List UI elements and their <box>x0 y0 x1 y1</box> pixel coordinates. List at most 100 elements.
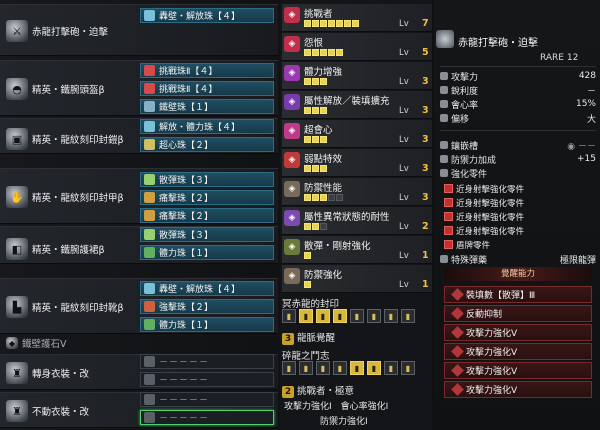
stat-value: 15% <box>575 99 596 109</box>
level-pip <box>304 78 311 85</box>
decoration-slot[interactable]: 解放・體力珠【４】 <box>140 119 274 134</box>
jewel-icon <box>144 65 155 76</box>
level-pip <box>312 20 319 27</box>
decoration-slot[interactable]: 鐵壁珠【１】 <box>140 99 274 114</box>
challenger-icon: ◈ <box>284 7 300 23</box>
decoration-slot[interactable]: 挑戰珠Ⅱ【４】 <box>140 63 274 78</box>
skill-name: 弱點特效 <box>304 154 343 165</box>
slot-empty-icon: ◉ －－ <box>567 141 596 152</box>
awakening-item[interactable]: 攻擊力強化Ⅴ <box>444 381 592 398</box>
leg-icon: ▙ <box>6 296 28 318</box>
decoration-slot[interactable]: 轟壁・解放珠【４】 <box>140 281 274 296</box>
equip-weapon[interactable]: ⚔ 赤龍打擊砲・迫擊 <box>2 20 140 42</box>
decoration-slot[interactable]: 痛擊珠【２】 <box>140 190 274 205</box>
awakening-item[interactable]: 攻擊力強化Ⅴ <box>444 324 592 341</box>
jewel-icon <box>144 210 155 221</box>
equip-helm[interactable]: ◓ 精英・鐵腕頭盔β <box>2 78 140 100</box>
decoration-slot-empty[interactable]: －－－－－ <box>140 354 274 369</box>
charm-icon: ◆ <box>6 337 18 349</box>
decoration-slot[interactable]: 挑戰珠Ⅱ【４】 <box>140 81 274 96</box>
level-pip <box>320 194 327 201</box>
level-pip <box>304 194 311 201</box>
awakening-icon <box>451 288 464 301</box>
decoration-slot[interactable]: 超心珠【２】 <box>140 137 274 152</box>
skill-row[interactable]: ◈ 防禦強化 Lv 1 <box>282 265 432 293</box>
equip-arm[interactable]: ✋ 精英・龍紋刻印封甲β <box>2 186 140 208</box>
skill-level-bar <box>304 107 327 114</box>
decoration-slot[interactable]: 散彈珠【３】 <box>140 172 274 187</box>
awakening-label: 攻擊力強化Ⅴ <box>466 348 518 358</box>
decoration-slot[interactable]: 散彈珠【３】 <box>140 227 274 242</box>
decoration-slot-selected[interactable]: －－－－－ <box>140 410 274 425</box>
mods-title: 強化零件 <box>440 167 596 180</box>
decoration-slot[interactable]: 轟壁・解放珠【４】 <box>140 8 274 23</box>
mod-item: 近身射擊強化零件 <box>444 210 594 223</box>
resentment-icon: ◈ <box>284 36 300 52</box>
awakening-item[interactable]: 攻擊力強化Ⅴ <box>444 362 592 379</box>
decoration-slot-empty[interactable]: －－－－－ <box>140 372 274 387</box>
set-piece-icon: ▮ <box>316 361 330 375</box>
empty-slot-icon <box>144 356 155 367</box>
level-label: Lv <box>399 193 409 203</box>
deco-label: 散彈珠【３】 <box>159 231 214 241</box>
decoration-slot-empty[interactable]: －－－－－ <box>140 392 274 407</box>
awakening-item[interactable]: 攻擊力強化Ⅴ <box>444 343 592 360</box>
decoration-slot[interactable]: 強擊珠【２】 <box>140 299 274 314</box>
mod-label: 近身射擊強化零件 <box>456 226 525 237</box>
level-pip <box>304 165 311 172</box>
empty-slot-icon <box>144 412 155 423</box>
skill-row[interactable]: ◈ 散彈・剛射強化 Lv 1 <box>282 236 432 264</box>
skill-row[interactable]: ◈ 弱點特效 Lv 3 <box>282 149 432 177</box>
equip-chest[interactable]: ▣ 精英・龍紋刻印封鎧β <box>2 128 140 150</box>
mod-icon <box>440 169 448 177</box>
level-value: 3 <box>422 105 429 116</box>
level-value: 3 <box>422 192 429 203</box>
mod-item: 近身射擊強化零件 <box>444 224 594 237</box>
level-pip <box>312 49 319 56</box>
stat-affinity: 會心率 15% <box>440 98 596 111</box>
deco-label: －－－－－ <box>159 376 210 386</box>
awakening-item[interactable]: 反動抑制 <box>444 305 592 322</box>
level-value: 2 <box>422 221 429 232</box>
equip-leg[interactable]: ▙ 精英・龍紋刻印封靴β <box>2 296 140 318</box>
equip-name: 精英・鐵腕頭盔β <box>32 85 105 96</box>
weapon-icon: ⚔ <box>6 20 28 42</box>
equip-name: 赤龍打擊砲・迫擊 <box>32 27 109 38</box>
mod-item: 近身射擊強化零件 <box>444 196 594 209</box>
awakening-item[interactable]: 裝填數【散彈】Ⅲ <box>444 286 592 303</box>
set-piece-icon: ▮ <box>401 361 415 375</box>
weapon-rarity: RARE 12 <box>540 53 579 63</box>
equip-name: 精英・龍紋刻印封靴β <box>32 303 124 314</box>
decoration-slot[interactable]: 痛擊珠【２】 <box>140 208 274 223</box>
stat-value: +15 <box>577 154 596 164</box>
level-pip <box>336 194 343 201</box>
equip-mantle[interactable]: ♜ 轉身衣裝・改 <box>2 362 140 384</box>
level-value: 1 <box>422 279 429 290</box>
level-pip <box>328 49 335 56</box>
skill-row[interactable]: ◈ 體力增強 Lv 3 <box>282 62 432 90</box>
mod-part-icon <box>444 226 453 235</box>
decoration-slot[interactable]: 體力珠【１】 <box>140 317 274 332</box>
skill-row[interactable]: ◈ 挑戰者 Lv 7 <box>282 4 432 32</box>
skill-row[interactable]: ◈ 屬性解放／裝填擴充 Lv 3 <box>282 91 432 119</box>
skill-level-bar <box>304 49 343 56</box>
skill-row[interactable]: ◈ 怨恨 Lv 5 <box>282 33 432 61</box>
equip-waist[interactable]: ◧ 精英・鐵腕護裙β <box>2 238 140 260</box>
skill-row[interactable]: ◈ 屬性異常狀態的耐性 Lv 2 <box>282 207 432 235</box>
set-piece-icon: ▮ <box>350 361 364 375</box>
decoration-slot[interactable]: 體力珠【１】 <box>140 245 274 260</box>
equip-name: 鐵壁護石Ⅴ <box>22 339 67 350</box>
set-piece-icon: ▮ <box>316 309 330 323</box>
set-piece-icon: ▮ <box>299 361 313 375</box>
deco-label: －－－－－ <box>159 358 210 368</box>
skill-row[interactable]: ◈ 超會心 Lv 3 <box>282 120 432 148</box>
level-pip <box>304 20 311 27</box>
awakening-label: 反動抑制 <box>466 310 503 320</box>
equip-mantle[interactable]: ♜ 不動衣裝・改 <box>2 400 140 422</box>
deco-label: 轟壁・解放珠【４】 <box>159 285 241 295</box>
set-bonus-pieces: ▮ ▮ ▮ ▮ ▮ ▮ ▮ ▮ <box>282 309 415 323</box>
skill-row[interactable]: ◈ 防禦性能 Lv 3 <box>282 178 432 206</box>
equip-charm[interactable]: ◆ 鐵壁護石Ⅴ <box>2 336 202 350</box>
deco-label: 超心珠【２】 <box>159 141 214 151</box>
set-piece-icon: ▮ <box>282 309 296 323</box>
